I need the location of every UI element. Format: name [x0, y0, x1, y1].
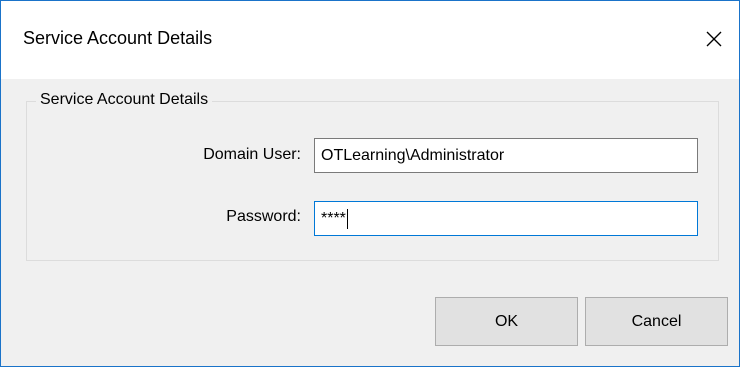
ok-button[interactable]: OK: [435, 297, 578, 346]
password-field[interactable]: ****: [314, 201, 698, 236]
service-account-groupbox: [26, 101, 719, 261]
dialog-title: Service Account Details: [23, 28, 213, 48]
title-bar: Service Account Details: [1, 1, 739, 79]
domain-user-field[interactable]: OTLearning\Administrator: [314, 138, 698, 173]
service-account-dialog: Service Account Details Service Account …: [0, 0, 740, 367]
domain-user-label: Domain User:: [203, 146, 301, 163]
close-button[interactable]: [694, 19, 734, 59]
cancel-button[interactable]: Cancel: [585, 297, 728, 346]
groupbox-legend: Service Account Details: [36, 91, 213, 109]
text-caret: [346, 208, 348, 229]
domain-user-value: OTLearning\Administrator: [321, 147, 505, 164]
password-value: ****: [321, 210, 346, 227]
close-icon: [694, 19, 734, 59]
password-label: Password:: [226, 208, 301, 225]
